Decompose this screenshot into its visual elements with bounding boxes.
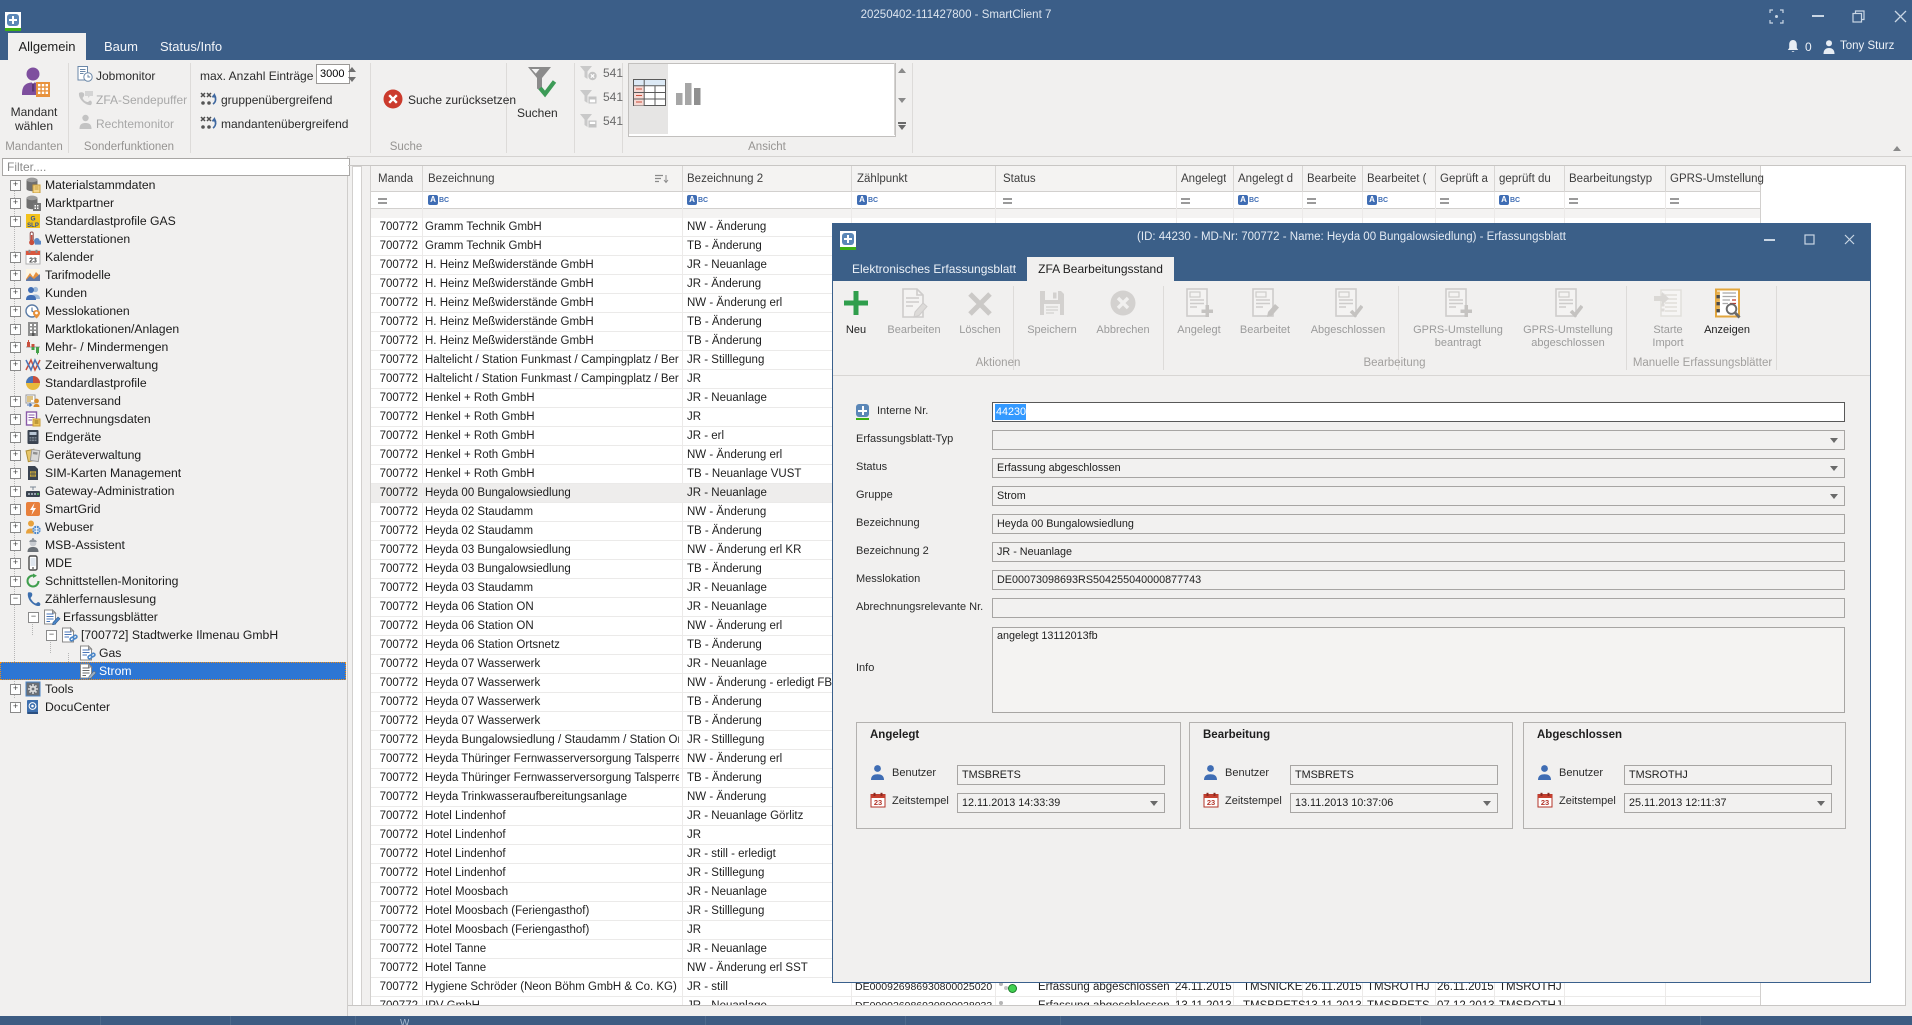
svg-text:G: G [30, 216, 35, 223]
svg-text:23: 23 [1541, 798, 1549, 807]
svg-text:23: 23 [874, 798, 882, 807]
svg-text:23: 23 [29, 258, 37, 265]
svg-text:23: 23 [1207, 798, 1215, 807]
svg-text:SLP: SLP [27, 223, 39, 229]
